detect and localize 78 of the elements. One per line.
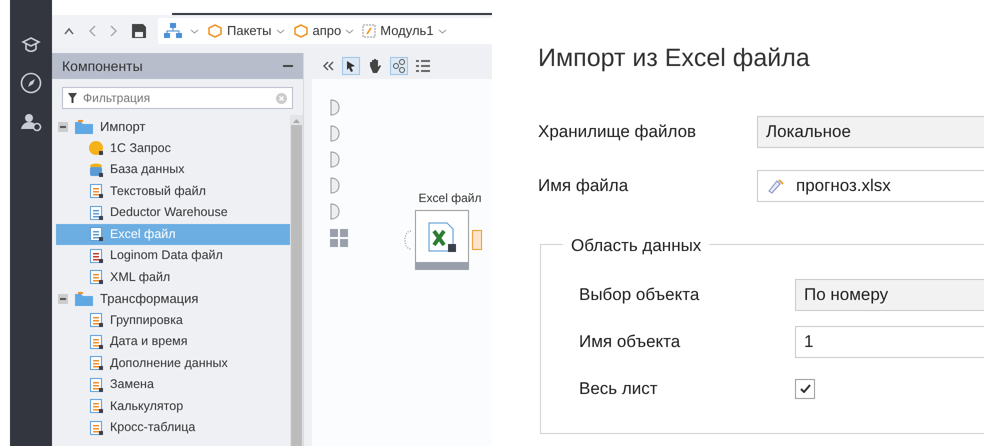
spreadsheet-icon: [428, 222, 456, 252]
breadcrumb-item[interactable]: Модуль1: [362, 21, 447, 41]
folder-icon: [74, 118, 94, 135]
check-icon: [800, 384, 810, 393]
filter-icon: [68, 93, 77, 103]
field-label: Имя объекта: [579, 330, 682, 353]
dialog-title: Импорт из Excel файла: [538, 43, 811, 74]
tree-item[interactable]: 1С Запрос: [56, 138, 290, 159]
graduation-cap-icon[interactable]: [21, 36, 41, 54]
user-gear-icon[interactable]: [20, 112, 42, 132]
hand-icon[interactable]: [368, 58, 382, 74]
workflow-node[interactable]: [415, 210, 469, 270]
component-icon: [88, 183, 104, 200]
input-port-icon[interactable]: [330, 203, 340, 220]
package-icon: [292, 24, 309, 38]
tree-item[interactable]: Дата и время: [56, 331, 290, 352]
port-icon[interactable]: [404, 230, 412, 250]
component-icon: [88, 398, 104, 414]
tree-item[interactable]: Кросс-таблица: [56, 417, 290, 438]
pointer-icon[interactable]: [342, 57, 360, 75]
breadcrumb-item[interactable]: апро: [292, 21, 354, 41]
tree-item[interactable]: Калькулятор: [56, 396, 290, 417]
tree-item[interactable]: Дополнение данных: [56, 352, 290, 374]
dropdown-field[interactable]: По номеру: [795, 278, 984, 310]
scrollbar[interactable]: [290, 115, 303, 446]
chevron-down-icon[interactable]: [438, 28, 447, 34]
input-field[interactable]: 1: [795, 326, 984, 358]
tree-item[interactable]: Текстовый файл: [56, 180, 290, 202]
input-port-icon[interactable]: [330, 125, 340, 142]
component-icon: [88, 226, 104, 242]
component-icon: [88, 269, 104, 286]
field-label: Выбор объекта: [579, 284, 700, 306]
tree-item[interactable]: Deductor Warehouse: [56, 202, 290, 224]
tree-folder[interactable]: Трансформация: [56, 288, 290, 310]
breadcrumb-item[interactable]: Пакеты: [207, 21, 285, 41]
component-icon: [88, 420, 104, 436]
scroll-up-icon[interactable]: [293, 119, 300, 123]
component-icon: [88, 204, 104, 221]
field-label: Весь лист: [579, 378, 659, 400]
input-field[interactable]: прогноз.xlsx: [757, 170, 984, 202]
double-chevron-left-icon[interactable]: [322, 61, 334, 71]
field-label: Хранилище файлов: [538, 120, 698, 143]
component-icon: [88, 334, 104, 350]
chevron-down-icon[interactable]: [190, 28, 199, 34]
folder-icon: [74, 290, 94, 307]
panel-header: Компоненты: [52, 53, 303, 79]
tree-item[interactable]: Замена: [56, 374, 290, 396]
input-port-icon[interactable]: [330, 99, 340, 116]
input-port-icon[interactable]: [330, 177, 340, 194]
module-icon: [362, 24, 376, 38]
list-view-icon[interactable]: [416, 59, 430, 73]
component-icon: [88, 140, 104, 156]
graph-view-icon[interactable]: [390, 57, 408, 75]
tree-folder[interactable]: Импорт: [56, 116, 290, 138]
field-label: Имя файла: [538, 174, 630, 197]
component-icon: [88, 248, 104, 264]
package-icon: [207, 24, 223, 38]
output-port[interactable]: [472, 230, 482, 250]
clear-icon[interactable]: [276, 92, 287, 104]
node-label: Excel файл: [418, 190, 482, 207]
input-port-icon[interactable]: [330, 151, 340, 168]
tree-item[interactable]: Группировка: [56, 310, 290, 331]
component-icon: [88, 162, 104, 178]
component-icon: [88, 376, 104, 393]
chevron-down-icon[interactable]: [276, 28, 285, 34]
compass-icon[interactable]: [20, 72, 42, 94]
component-icon: [88, 355, 104, 372]
filter-field[interactable]: Фильтрация: [62, 87, 293, 109]
component-icon: [88, 312, 104, 328]
chevron-down-icon[interactable]: [345, 28, 354, 34]
tree-item[interactable]: Loginom Data файл: [56, 245, 290, 266]
tree-item[interactable]: XML файл: [56, 266, 290, 288]
checkbox[interactable]: [795, 378, 815, 398]
tree-item[interactable]: База данных: [56, 159, 290, 180]
grid-icon[interactable]: [330, 229, 348, 247]
save-icon[interactable]: [132, 24, 146, 38]
hierarchy-icon[interactable]: [164, 23, 182, 39]
dropdown-field[interactable]: Локальное: [757, 116, 984, 148]
